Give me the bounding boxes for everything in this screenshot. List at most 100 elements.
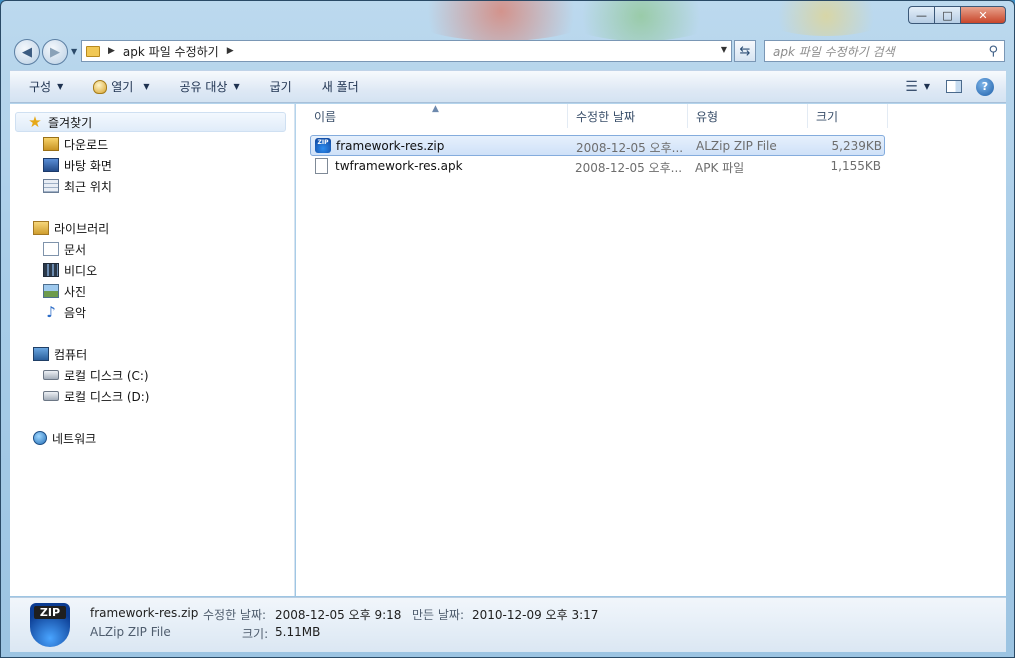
drive-icon xyxy=(43,391,59,401)
file-row[interactable]: twframework-res.apk 2008-12-05 오후... APK… xyxy=(310,156,885,177)
video-icon xyxy=(43,263,59,277)
column-label: 수정한 날짜 xyxy=(576,109,636,124)
nav-label: 사진 xyxy=(64,284,87,299)
sort-ascending-icon: ▲ xyxy=(432,104,439,114)
details-created-value: 2010-12-09 오후 3:17 xyxy=(472,608,599,622)
nav-item-pictures[interactable]: 사진 xyxy=(43,281,86,301)
nav-item-documents[interactable]: 문서 xyxy=(43,239,86,259)
file-type: ALZip ZIP File xyxy=(696,139,777,153)
nav-item-recent[interactable]: 최근 위치 xyxy=(43,176,112,196)
aero-background xyxy=(761,1,891,36)
column-label: 크기 xyxy=(816,109,839,124)
search-icon[interactable]: ⚲ xyxy=(988,44,998,59)
refresh-button[interactable]: ⇆ xyxy=(734,40,756,62)
nav-label: 비디오 xyxy=(64,263,98,278)
chevron-down-icon: ▼ xyxy=(57,82,64,91)
nav-item-favorites[interactable]: ★ 즐겨찾기 xyxy=(15,112,286,132)
nav-item-videos[interactable]: 비디오 xyxy=(43,260,97,280)
close-button[interactable]: ✕ xyxy=(960,6,1006,24)
details-created-label: 만든 날짜: xyxy=(412,608,465,622)
help-icon[interactable]: ? xyxy=(976,77,994,96)
open-label: 열기 xyxy=(111,80,134,94)
back-button[interactable]: ◀ xyxy=(14,39,40,65)
details-filename: framework-res.zip xyxy=(90,606,199,620)
nav-item-music[interactable]: ♪ 음악 xyxy=(43,302,86,322)
nav-item-drive-c[interactable]: 로컬 디스크 (C:) xyxy=(43,365,149,385)
aero-background xyxy=(561,1,721,41)
nav-label: 바탕 화면 xyxy=(64,158,112,173)
document-icon xyxy=(43,242,59,256)
zip-archive-icon: ZIP xyxy=(30,603,70,647)
file-list: 이름 ▲ 수정한 날짜 유형 크기 ZIP framework-res.zip … xyxy=(296,104,1006,596)
breadcrumb-item[interactable]: apk 파일 수정하기 xyxy=(123,43,219,60)
open-button[interactable]: 열기 ▼ xyxy=(73,75,159,99)
address-history-dropdown[interactable]: ▼ xyxy=(721,45,727,54)
column-header-size[interactable]: 크기 xyxy=(808,104,888,128)
search-box[interactable]: apk 파일 수정하기 검색 ⚲ xyxy=(764,40,1005,62)
preview-pane-icon[interactable] xyxy=(946,80,962,93)
details-modified-value: 2008-12-05 오후 9:18 xyxy=(275,608,402,622)
nav-label: 음악 xyxy=(64,305,87,320)
recent-pages-dropdown[interactable]: ▼ xyxy=(71,47,77,56)
share-button[interactable]: 공유 대상 ▼ xyxy=(160,75,250,99)
file-name: twframework-res.apk xyxy=(335,159,463,173)
nav-item-downloads[interactable]: 다운로드 xyxy=(43,134,108,154)
details-size-value: 5.11MB xyxy=(275,625,321,639)
burn-button[interactable]: 굽기 xyxy=(250,75,302,99)
details-size-label: 크기: xyxy=(242,627,269,641)
new-folder-label: 새 폴더 xyxy=(321,80,359,94)
open-icon xyxy=(93,79,108,94)
caption-buttons: — □ ✕ xyxy=(908,6,1006,24)
nav-label: 로컬 디스크 (D:) xyxy=(64,389,150,404)
chevron-down-icon[interactable]: ▼ xyxy=(924,82,930,91)
chevron-down-icon: ▼ xyxy=(233,82,240,91)
details-filetype: ALZip ZIP File xyxy=(90,625,171,639)
nav-label: 문서 xyxy=(64,242,87,257)
column-header-type[interactable]: 유형 xyxy=(688,104,808,128)
breadcrumb-separator-icon[interactable]: ▶ xyxy=(108,46,115,56)
navigation-pane: ★ 즐겨찾기 다운로드 바탕 화면 최근 위치 라이브러리 문서 비디오 사진 … xyxy=(10,104,295,596)
forward-button[interactable]: ▶ xyxy=(42,39,68,65)
nav-item-network[interactable]: 네트워크 xyxy=(33,428,96,448)
details-modified-label: 수정한 날짜: xyxy=(203,608,267,622)
chevron-down-icon: ▼ xyxy=(143,82,150,91)
file-name: framework-res.zip xyxy=(336,139,445,153)
nav-label: 라이브러리 xyxy=(54,221,110,236)
column-header-date[interactable]: 수정한 날짜 xyxy=(568,104,688,128)
breadcrumb-separator-icon[interactable]: ▶ xyxy=(227,46,234,56)
desktop-icon xyxy=(43,158,59,172)
nav-item-computer[interactable]: 컴퓨터 xyxy=(33,344,87,364)
picture-icon xyxy=(43,284,59,298)
nav-label: 로컬 디스크 (C:) xyxy=(64,368,149,383)
arrow-left-icon: ◀ xyxy=(22,44,32,60)
nav-item-libraries[interactable]: 라이브러리 xyxy=(33,218,109,238)
address-bar[interactable]: ▶ apk 파일 수정하기 ▶ ▼ xyxy=(81,40,732,62)
organize-label: 구성 xyxy=(29,80,52,94)
close-icon: ✕ xyxy=(978,8,988,22)
new-folder-button[interactable]: 새 폴더 xyxy=(302,75,369,99)
maximize-button[interactable]: □ xyxy=(934,6,960,24)
minimize-icon: — xyxy=(916,8,927,22)
view-options-icon[interactable]: ☰ xyxy=(899,79,924,95)
burn-label: 굽기 xyxy=(269,80,292,94)
file-date: 2008-12-05 오후... xyxy=(576,141,684,155)
file-row[interactable]: ZIP framework-res.zip 2008-12-05 오후... A… xyxy=(310,135,885,156)
recent-places-icon xyxy=(43,179,59,193)
minimize-button[interactable]: — xyxy=(908,6,934,24)
arrow-right-icon: ▶ xyxy=(50,44,60,60)
icon-label: ZIP xyxy=(34,606,66,619)
search-input[interactable]: apk 파일 수정하기 검색 xyxy=(773,43,895,60)
refresh-icon: ⇆ xyxy=(739,43,751,59)
maximize-icon: □ xyxy=(942,8,953,22)
downloads-folder-icon xyxy=(43,137,59,151)
star-icon: ★ xyxy=(28,113,42,131)
nav-item-desktop[interactable]: 바탕 화면 xyxy=(43,155,112,175)
file-size: 5,239KB xyxy=(831,139,882,153)
nav-item-drive-d[interactable]: 로컬 디스크 (D:) xyxy=(43,386,149,406)
nav-label: 컴퓨터 xyxy=(54,347,88,362)
network-icon xyxy=(33,431,47,445)
nav-label: 다운로드 xyxy=(64,137,109,152)
music-note-icon: ♪ xyxy=(46,303,56,321)
drive-icon xyxy=(43,370,59,380)
organize-button[interactable]: 구성 ▼ xyxy=(10,75,73,99)
